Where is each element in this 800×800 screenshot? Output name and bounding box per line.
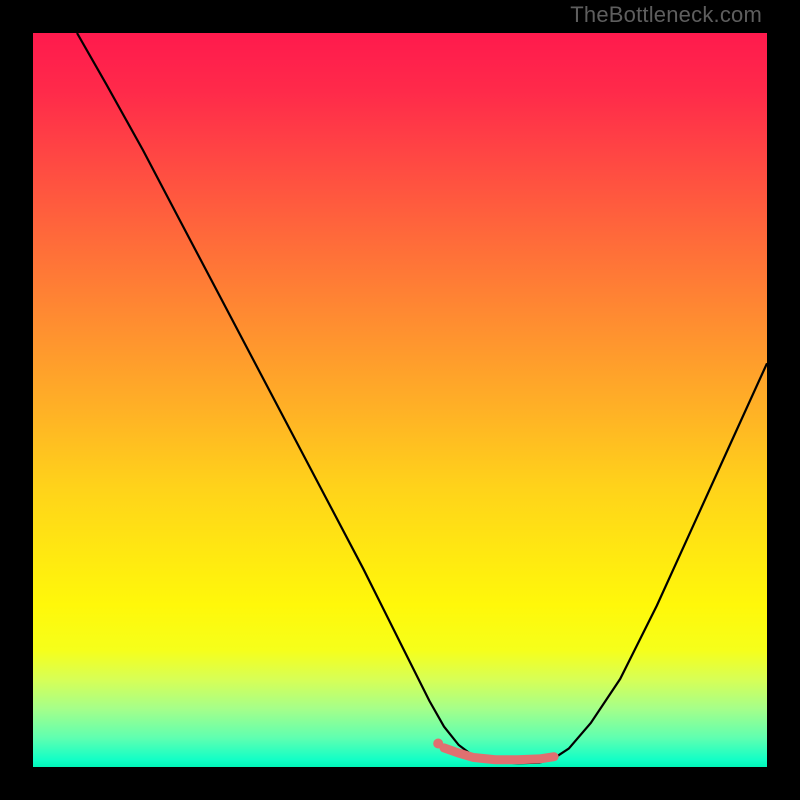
chart-frame: TheBottleneck.com bbox=[0, 0, 800, 800]
chart-svg bbox=[33, 33, 767, 767]
highlight-segment bbox=[444, 748, 554, 760]
watermark: TheBottleneck.com bbox=[570, 2, 762, 28]
curve-line bbox=[77, 33, 767, 763]
highlight-dot bbox=[433, 739, 443, 749]
